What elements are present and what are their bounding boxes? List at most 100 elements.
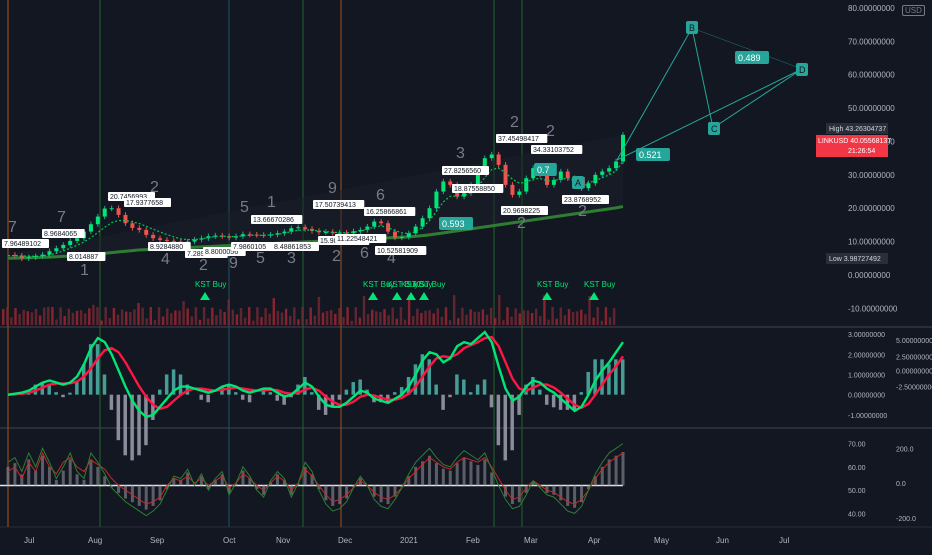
currency-label: USD (905, 6, 922, 15)
kst-buy-label: KST Buy (195, 280, 226, 289)
macd-histogram-bar (303, 376, 307, 395)
oscillator-histogram-bar (517, 485, 521, 503)
volume-bar (321, 312, 325, 325)
volume-bar (453, 295, 456, 325)
volume-bar (174, 310, 177, 325)
macd-histogram-bar (116, 394, 121, 441)
volume-bar (539, 316, 542, 325)
candle-body (130, 223, 135, 228)
volume-bar (350, 320, 353, 325)
volume-bar (387, 315, 390, 325)
candle-body (26, 257, 31, 259)
volume-bar (547, 319, 550, 325)
volume-bar (141, 307, 144, 325)
volume-bar (145, 318, 148, 325)
oscillator-histogram-bar (96, 466, 100, 486)
volume-bar (559, 307, 562, 325)
candle-body (123, 214, 128, 224)
volume-bar (358, 317, 362, 325)
oscillator-histogram-bar (103, 476, 107, 486)
volume-bar (346, 307, 349, 325)
volume-bar (256, 307, 259, 325)
volume-bar (30, 312, 34, 325)
volume-bar (129, 311, 132, 325)
oscillator-histogram-bar (41, 455, 45, 486)
volume-bar (420, 312, 423, 325)
macd-histogram-bar (199, 394, 203, 400)
candle-body (524, 178, 529, 192)
volume-bar (293, 307, 296, 325)
wave-count-label: 9 (229, 255, 238, 272)
volume-bar (149, 307, 152, 325)
volume-bar (178, 310, 181, 325)
x-axis-label: Dec (338, 536, 352, 545)
volume-bar (567, 309, 571, 325)
macd-histogram-bar (240, 394, 245, 400)
volume-bar (276, 310, 280, 325)
volume-bar (354, 307, 357, 325)
pattern-point-label: A (575, 178, 581, 188)
macd-histogram-bar (337, 394, 342, 400)
volume-bar (79, 310, 83, 325)
kst-buy-arrow (368, 292, 378, 300)
price-annotation-text: 8.48861853 (274, 244, 311, 251)
volume-bar (395, 318, 398, 325)
volume-bar (440, 316, 444, 325)
macd-histogram-bar (61, 394, 65, 398)
x-axis-label: Jun (716, 536, 729, 545)
macd-histogram-bar (95, 344, 100, 395)
macd-histogram-bar (462, 379, 466, 395)
volume-bar (465, 314, 468, 325)
oscillator-axis-label: 60.00 (848, 465, 866, 472)
candle-body (171, 240, 176, 242)
oscillator-histogram-bar (123, 485, 127, 499)
oscillator-histogram-bar (414, 466, 418, 486)
volume-bar (469, 309, 472, 325)
currency-badge[interactable]: USD (902, 5, 925, 16)
candle-body (399, 236, 404, 238)
oscillator-histogram-bar (483, 459, 487, 486)
pattern-ratio-text: 0.521 (639, 150, 662, 160)
volume-bar (59, 307, 62, 325)
volume-bar (477, 311, 480, 325)
candle-body (75, 238, 80, 241)
volume-bar (137, 302, 140, 325)
volume-bar (506, 307, 509, 325)
volume-bar (305, 319, 308, 325)
macd-histogram-bar (510, 394, 514, 451)
volume-bar (325, 311, 329, 325)
volume-bar (223, 312, 226, 325)
x-axis-label: Apr (588, 536, 601, 545)
price-axis-label: 30.00000000 (848, 171, 895, 180)
volume-bar (43, 307, 46, 325)
price-annotation-text: 13.66670286 (253, 217, 294, 224)
volume-bar (231, 309, 234, 325)
macd-histogram-bar (54, 392, 58, 395)
oscillator-histogram-bar (144, 485, 148, 510)
volume-bar (338, 308, 341, 325)
candle-body (54, 248, 59, 252)
price-annotation-text: 17.50739413 (315, 202, 356, 209)
oscillator-histogram-bar (490, 472, 494, 486)
price-annotation-text: 10.52581909 (377, 248, 418, 255)
volume-bar (383, 309, 386, 325)
oscillator-histogram-bar (434, 463, 438, 486)
pattern-ratio-text: 0.593 (442, 219, 465, 229)
candle-body (151, 234, 156, 239)
chart-canvas[interactable]: 80.0000000070.0000000060.0000000050.0000… (0, 0, 932, 550)
wave-count-label: 2 (510, 114, 519, 131)
wave-count-label: 6 (376, 187, 385, 204)
volume-bar (330, 309, 333, 325)
oscillator-histogram-bar (68, 459, 72, 486)
kst-buy-arrow (419, 292, 429, 300)
volume-bar (297, 319, 300, 325)
candle-body (427, 208, 432, 219)
volume-bar (522, 310, 526, 325)
x-axis-label: Aug (88, 536, 102, 545)
candle-body (116, 208, 121, 215)
oscillator-histogram-bar (47, 466, 51, 486)
x-axis-label: Jul (24, 536, 34, 545)
volume-bar (518, 313, 521, 325)
price-annotation-text: 16.25866861 (366, 209, 407, 216)
volume-bar (391, 307, 394, 325)
